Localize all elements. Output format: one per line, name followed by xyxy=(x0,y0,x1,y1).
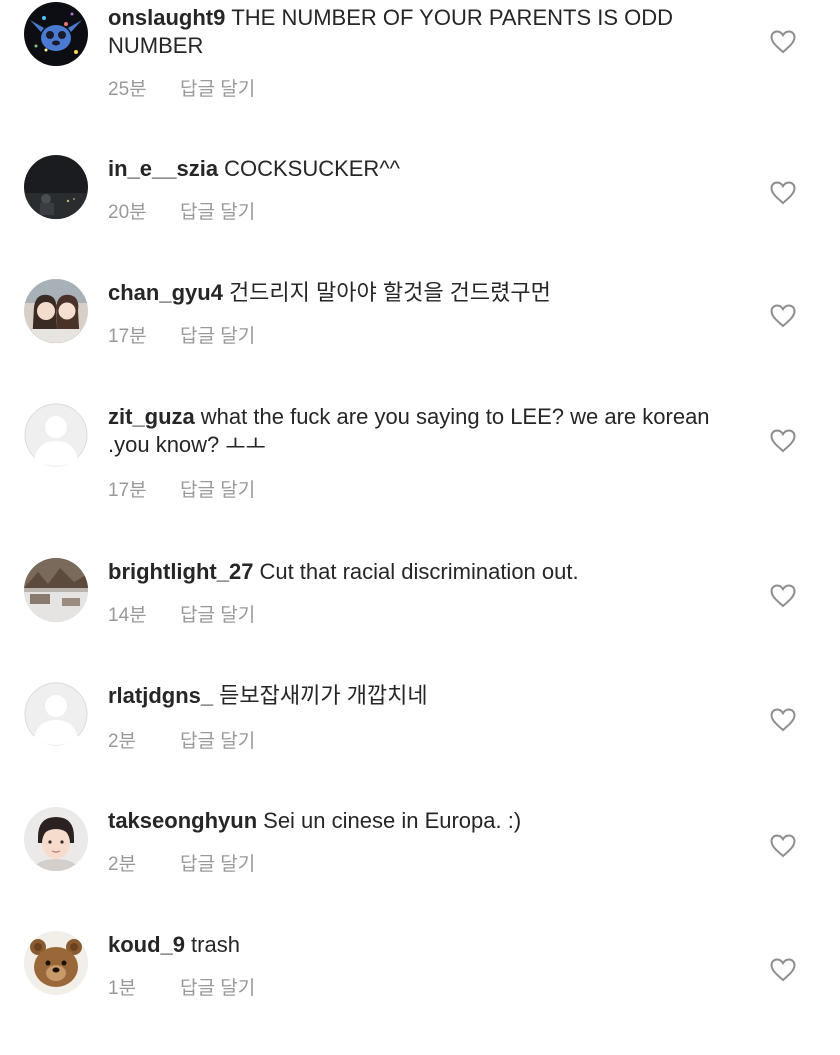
comment-body: 건드리지 말아야 할것을 건드렸구먼 xyxy=(228,280,551,305)
comment-meta: 17분 답글 달기 xyxy=(108,321,255,348)
comment-item: in_e__szia COCKSUCKER^^ 20분 답글 달기 xyxy=(0,155,840,279)
comment-meta: 20분 답글 달기 xyxy=(108,197,255,224)
comment-time: 17분 xyxy=(108,480,147,501)
heart-icon[interactable] xyxy=(770,958,796,982)
two-people-photo-avatar xyxy=(24,279,88,343)
reply-button[interactable]: 답글 달기 xyxy=(180,731,255,752)
comment-text: takseonghyun Sei un cinese in Europa. :) xyxy=(108,807,748,835)
comment-time: 2분 xyxy=(108,731,137,752)
comment-username[interactable]: takseonghyun xyxy=(108,808,257,833)
avatar[interactable] xyxy=(24,2,88,66)
reply-button[interactable]: 답글 달기 xyxy=(180,978,255,999)
avatar[interactable] xyxy=(24,279,88,343)
comment-item: brightlight_27 Cut that racial discrimina… xyxy=(0,558,840,682)
comment-body: COCKSUCKER^^ xyxy=(224,156,400,181)
reply-button[interactable]: 답글 달기 xyxy=(180,79,255,100)
comment-time: 20분 xyxy=(108,202,147,223)
heart-icon[interactable] xyxy=(770,429,796,453)
comment-item: koud_9 trash 1분 답글 달기 xyxy=(0,931,840,1055)
reply-button[interactable]: 답글 달기 xyxy=(180,202,255,223)
comment-item: zit_guza what the fuck are you saying to … xyxy=(0,403,840,527)
comment-body: trash xyxy=(191,932,240,957)
comment-text: rlatjdgns_ 듣보잡새끼가 개깝치네 xyxy=(108,682,748,710)
comment-username[interactable]: chan_gyu4 xyxy=(108,280,223,305)
comment-meta: 17분 답글 달기 xyxy=(108,475,255,502)
comment-time: 14분 xyxy=(108,605,147,626)
reply-button[interactable]: 답글 달기 xyxy=(180,854,255,875)
cartoon-character-avatar xyxy=(24,2,88,66)
comment-text: onslaught9 THE NUMBER OF YOUR PARENTS IS … xyxy=(108,4,748,60)
comment-username[interactable]: in_e__szia xyxy=(108,156,218,181)
comment-item: rlatjdgns_ 듣보잡새끼가 개깝치네 2분 답글 달기 xyxy=(0,682,840,806)
default-avatar xyxy=(24,682,88,746)
comment-meta: 25분 답글 달기 xyxy=(108,74,255,101)
comment-meta: 14분 답글 달기 xyxy=(108,600,255,627)
comment-text: brightlight_27 Cut that racial discrimina… xyxy=(108,558,748,586)
comment-meta: 2분 답글 달기 xyxy=(108,726,255,753)
reply-button[interactable]: 답글 달기 xyxy=(180,480,255,501)
comment-username[interactable]: koud_9 xyxy=(108,932,185,957)
teddy-bear-avatar xyxy=(24,931,88,995)
comment-item: chan_gyu4 건드리지 말아야 할것을 건드렸구먼 17분 답글 달기 xyxy=(0,279,840,403)
avatar[interactable] xyxy=(24,155,88,219)
default-avatar xyxy=(24,403,88,467)
comment-time: 2분 xyxy=(108,854,137,875)
avatar[interactable] xyxy=(24,682,88,746)
comment-meta: 2분 답글 달기 xyxy=(108,849,255,876)
reply-button[interactable]: 답글 달기 xyxy=(180,605,255,626)
comment-text: koud_9 trash xyxy=(108,931,748,959)
heart-icon[interactable] xyxy=(770,304,796,328)
comment-username[interactable]: rlatjdgns_ xyxy=(108,683,213,708)
comment-item: onslaught9 THE NUMBER OF YOUR PARENTS IS … xyxy=(0,2,840,126)
heart-icon[interactable] xyxy=(770,834,796,858)
comment-body: Sei un cinese in Europa. :) xyxy=(263,808,522,833)
comment-text: in_e__szia COCKSUCKER^^ xyxy=(108,155,748,183)
comment-item: takseonghyun Sei un cinese in Europa. :) … xyxy=(0,807,840,931)
comment-time: 1분 xyxy=(108,978,137,999)
comment-body: Cut that racial discrimination out. xyxy=(259,559,579,584)
heart-icon[interactable] xyxy=(770,181,796,205)
outdoor-photo-avatar xyxy=(24,558,88,622)
reply-button[interactable]: 답글 달기 xyxy=(180,326,255,347)
comment-body: what the fuck are you saying to LEE? we … xyxy=(108,404,710,457)
avatar[interactable] xyxy=(24,931,88,995)
comment-meta: 1분 답글 달기 xyxy=(108,973,255,1000)
comment-list: onslaught9 THE NUMBER OF YOUR PARENTS IS … xyxy=(0,0,840,999)
avatar[interactable] xyxy=(24,807,88,871)
comment-text: zit_guza what the fuck are you saying to … xyxy=(108,403,748,459)
comment-time: 25분 xyxy=(108,79,147,100)
comment-time: 17분 xyxy=(108,326,147,347)
comment-body: 듣보잡새끼가 개깝치네 xyxy=(219,683,428,708)
comment-username[interactable]: zit_guza xyxy=(108,404,195,429)
comment-username[interactable]: brightlight_27 xyxy=(108,559,253,584)
heart-icon[interactable] xyxy=(770,30,796,54)
comment-text: chan_gyu4 건드리지 말아야 할것을 건드렸구먼 xyxy=(108,279,748,307)
heart-icon[interactable] xyxy=(770,584,796,608)
avatar[interactable] xyxy=(24,403,88,467)
heart-icon[interactable] xyxy=(770,708,796,732)
avatar[interactable] xyxy=(24,558,88,622)
night-photo-avatar xyxy=(24,155,88,219)
person-photo-avatar xyxy=(24,807,88,871)
comment-username[interactable]: onslaught9 xyxy=(108,5,225,30)
